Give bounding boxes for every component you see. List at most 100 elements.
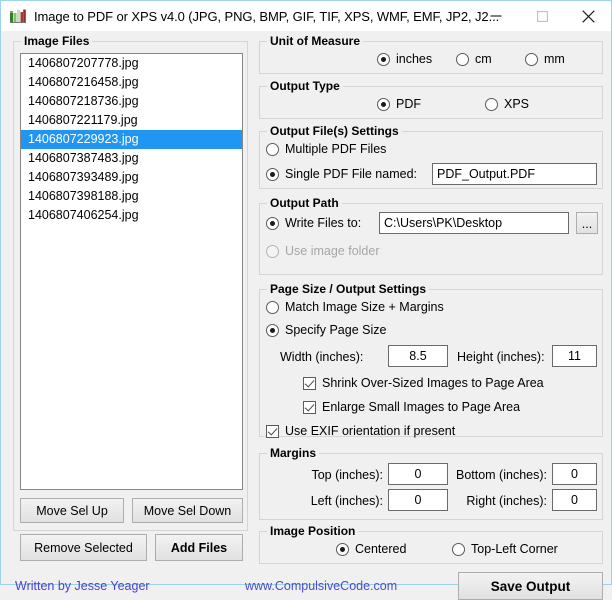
use-exif-orientation-label: Use EXIF orientation if present: [285, 424, 455, 438]
image-position-centered-radio[interactable]: Centered: [336, 542, 406, 556]
application-window: Image to PDF or XPS v4.0 (JPG, PNG, BMP,…: [0, 0, 612, 585]
image-position-group-title: Image Position: [267, 524, 358, 538]
unit-mm-label: mm: [544, 52, 565, 66]
unit-of-measure-group: Unit of Measure inches cm mm: [259, 41, 603, 74]
list-item[interactable]: 1406807218736.jpg: [21, 92, 242, 111]
radio-indicator: [377, 98, 390, 111]
list-item[interactable]: 1406807216458.jpg: [21, 73, 242, 92]
image-position-topleft-label: Top-Left Corner: [471, 542, 558, 556]
page-size-group: Page Size / Output Settings Match Image …: [259, 289, 603, 437]
move-sel-down-button[interactable]: Move Sel Down: [132, 498, 243, 523]
output-files-settings-group-title: Output File(s) Settings: [267, 124, 402, 138]
radio-indicator: [452, 543, 465, 556]
remove-selected-button[interactable]: Remove Selected: [20, 534, 147, 561]
output-type-xps-label: XPS: [504, 97, 529, 111]
output-type-xps-radio[interactable]: XPS: [485, 97, 529, 111]
list-item[interactable]: 1406807207778.jpg: [21, 54, 242, 73]
output-type-pdf-label: PDF: [396, 97, 421, 111]
margin-top-label: Top (inches):: [280, 468, 383, 482]
margin-left-label: Left (inches):: [280, 494, 383, 508]
list-item[interactable]: 1406807393489.jpg: [21, 168, 242, 187]
output-path-group-title: Output Path: [267, 196, 342, 210]
height-input[interactable]: 11: [552, 345, 597, 367]
browse-path-button[interactable]: ...: [576, 212, 598, 234]
page-size-group-title: Page Size / Output Settings: [267, 282, 429, 296]
write-files-to-label: Write Files to:: [285, 216, 361, 230]
use-exif-orientation-checkbox[interactable]: Use EXIF orientation if present: [266, 424, 455, 438]
checkbox-indicator: [266, 425, 279, 438]
match-image-size-label: Match Image Size + Margins: [285, 300, 444, 314]
image-files-listbox[interactable]: 1406807207778.jpg 1406807216458.jpg 1406…: [20, 53, 243, 490]
client-area: Image Files 1406807207778.jpg 1406807216…: [1, 31, 611, 584]
output-path-group: Output Path Write Files to: C:\Users\PK\…: [259, 203, 603, 275]
radio-indicator: [456, 53, 469, 66]
close-icon[interactable]: [565, 1, 611, 31]
use-image-folder-radio[interactable]: Use image folder: [266, 244, 380, 258]
margin-left-input[interactable]: 0: [388, 489, 448, 511]
radio-indicator: [266, 168, 279, 181]
output-type-group-title: Output Type: [267, 79, 343, 93]
image-files-group: Image Files 1406807207778.jpg 1406807216…: [13, 41, 248, 531]
maximize-icon[interactable]: [519, 1, 565, 31]
unit-inches-radio[interactable]: inches: [377, 52, 432, 66]
margin-top-input[interactable]: 0: [388, 463, 448, 485]
radio-indicator: [266, 301, 279, 314]
output-path-input[interactable]: C:\Users\PK\Desktop: [379, 212, 569, 234]
unit-cm-label: cm: [475, 52, 492, 66]
checkbox-indicator: [303, 401, 316, 414]
margin-right-label: Right (inches):: [445, 494, 547, 508]
margin-bottom-label: Bottom (inches):: [445, 468, 547, 482]
multiple-pdf-files-radio[interactable]: Multiple PDF Files: [266, 142, 386, 156]
minimize-icon[interactable]: [473, 1, 519, 31]
output-file-name-input[interactable]: PDF_Output.PDF: [432, 163, 597, 185]
single-pdf-file-radio[interactable]: Single PDF File named:: [266, 167, 417, 181]
enlarge-small-checkbox[interactable]: Enlarge Small Images to Page Area: [303, 400, 520, 414]
image-files-group-title: Image Files: [21, 34, 92, 48]
list-item[interactable]: 1406807406254.jpg: [21, 206, 242, 225]
specify-page-size-radio[interactable]: Specify Page Size: [266, 323, 386, 337]
specify-page-size-label: Specify Page Size: [285, 323, 386, 337]
footer-website-link[interactable]: www.CompulsiveCode.com: [245, 579, 397, 593]
radio-indicator: [525, 53, 538, 66]
width-input[interactable]: 8.5: [388, 345, 448, 367]
title-bar: Image to PDF or XPS v4.0 (JPG, PNG, BMP,…: [1, 1, 611, 31]
margins-group-title: Margins: [267, 446, 319, 460]
margins-group: Margins Top (inches): 0 Bottom (inches):…: [259, 453, 603, 520]
output-files-settings-group: Output File(s) Settings Multiple PDF Fil…: [259, 131, 603, 189]
unit-cm-radio[interactable]: cm: [456, 52, 492, 66]
single-pdf-file-label: Single PDF File named:: [285, 167, 417, 181]
move-sel-up-button[interactable]: Move Sel Up: [20, 498, 124, 523]
save-output-button[interactable]: Save Output: [458, 572, 603, 600]
unit-of-measure-group-title: Unit of Measure: [267, 34, 363, 48]
radio-indicator: [266, 143, 279, 156]
add-files-button[interactable]: Add Files: [155, 534, 243, 561]
height-label: Height (inches):: [457, 350, 545, 364]
radio-indicator: [377, 53, 390, 66]
shrink-oversized-label: Shrink Over-Sized Images to Page Area: [322, 376, 544, 390]
match-image-size-radio[interactable]: Match Image Size + Margins: [266, 300, 444, 314]
books-bars-icon: [9, 7, 27, 25]
window-controls: [473, 1, 611, 31]
output-type-pdf-radio[interactable]: PDF: [377, 97, 421, 111]
image-position-group: Image Position Centered Top-Left Corner: [259, 531, 603, 564]
write-files-to-radio[interactable]: Write Files to:: [266, 216, 361, 230]
checkbox-indicator: [303, 377, 316, 390]
radio-indicator: [266, 324, 279, 337]
unit-mm-radio[interactable]: mm: [525, 52, 565, 66]
image-position-topleft-radio[interactable]: Top-Left Corner: [452, 542, 558, 556]
list-item[interactable]: 1406807387483.jpg: [21, 149, 242, 168]
unit-inches-label: inches: [396, 52, 432, 66]
radio-indicator: [336, 543, 349, 556]
window-title: Image to PDF or XPS v4.0 (JPG, PNG, BMP,…: [34, 9, 499, 24]
margin-right-input[interactable]: 0: [552, 489, 597, 511]
margin-bottom-input[interactable]: 0: [552, 463, 597, 485]
shrink-oversized-checkbox[interactable]: Shrink Over-Sized Images to Page Area: [303, 376, 544, 390]
list-item[interactable]: 1406807398188.jpg: [21, 187, 242, 206]
list-item-selected[interactable]: 1406807229923.jpg: [21, 130, 242, 149]
output-type-group: Output Type PDF XPS: [259, 86, 603, 119]
footer-author: Written by Jesse Yeager: [15, 579, 150, 593]
radio-indicator: [266, 245, 279, 258]
width-label: Width (inches):: [280, 350, 363, 364]
enlarge-small-label: Enlarge Small Images to Page Area: [322, 400, 520, 414]
list-item[interactable]: 1406807221179.jpg: [21, 111, 242, 130]
